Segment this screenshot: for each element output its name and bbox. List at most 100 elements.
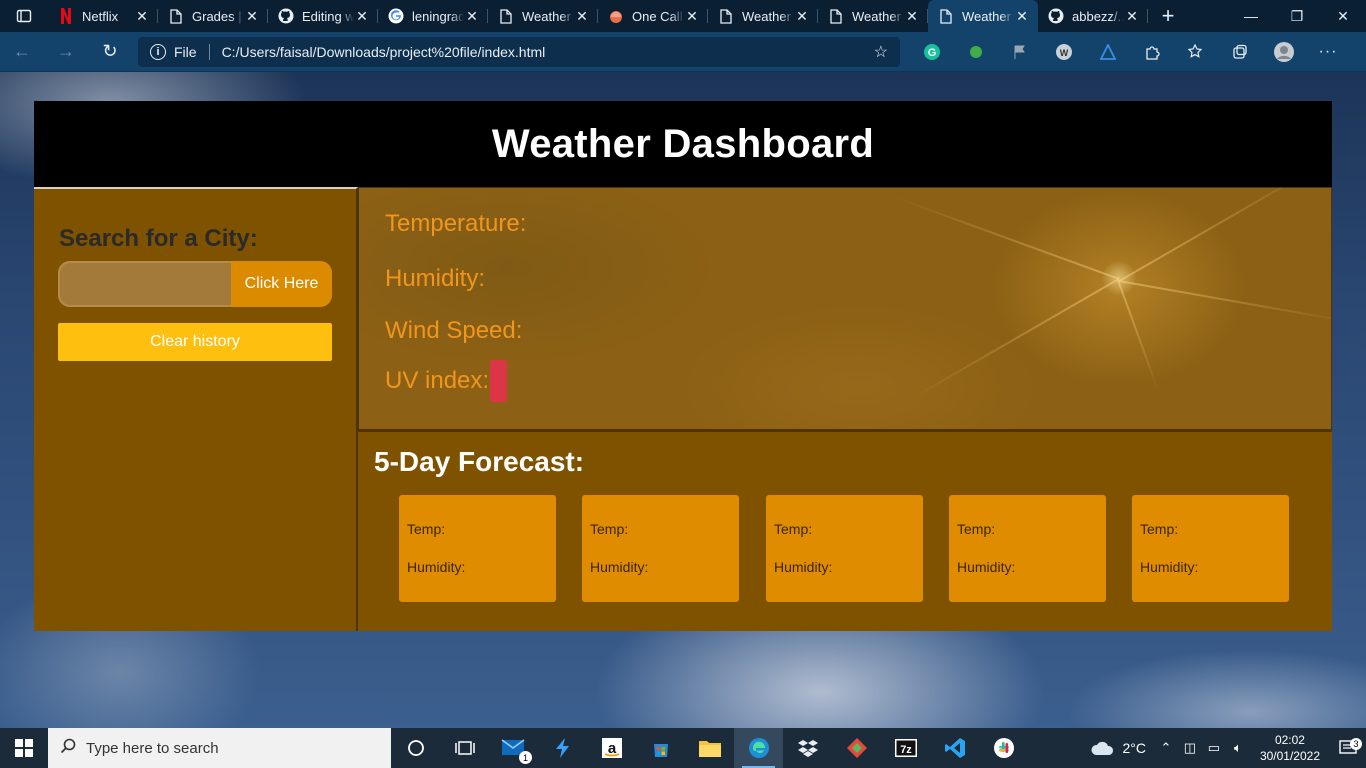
restore-icon: ❐ — [1290, 7, 1304, 24]
taskbar-slack[interactable] — [979, 728, 1028, 768]
settings-more-icon[interactable]: ··· — [1306, 32, 1350, 72]
tab-weather-3[interactable]: Weather ... ✕ — [818, 0, 928, 32]
extension-green-icon[interactable] — [954, 32, 998, 72]
tab-title: One Call ... — [632, 8, 684, 24]
document-icon — [718, 8, 734, 24]
taskbar-mail[interactable]: 1 — [489, 728, 538, 768]
wappalyzer-extension-icon[interactable]: W — [1042, 32, 1086, 72]
tab-grades[interactable]: Grades | ... ✕ — [158, 0, 268, 32]
close-tab-icon[interactable]: ✕ — [1014, 8, 1030, 24]
tab-netflix[interactable]: Netflix ✕ — [48, 0, 158, 32]
start-button[interactable] — [0, 728, 48, 768]
uv-index-label: UV index: — [385, 367, 490, 394]
forecast-temp-label: Temp: — [774, 521, 813, 537]
clear-history-button[interactable]: Clear history — [58, 323, 332, 361]
clock-time: 02:02 — [1274, 733, 1305, 747]
taskbar-search-box[interactable]: Type here to search — [48, 728, 391, 768]
tab-title: Netflix — [82, 8, 119, 24]
clock-date: 30/01/2022 — [1259, 749, 1320, 763]
forward-button[interactable]: → — [44, 32, 88, 72]
close-tab-icon[interactable]: ✕ — [904, 8, 920, 24]
sun-ray — [893, 196, 1120, 280]
page-header: Weather Dashboard — [34, 101, 1332, 187]
favorites-icon[interactable] — [1174, 32, 1218, 72]
tab-actions-button[interactable] — [0, 0, 48, 32]
tab-abbezz[interactable]: abbezz/... ✕ — [1038, 0, 1148, 32]
network-icon[interactable]: ▭ — [1202, 740, 1226, 756]
windows-logo-icon — [15, 739, 33, 757]
plus-icon: + — [1161, 3, 1175, 28]
add-favorite-icon[interactable]: ☆ — [874, 42, 888, 62]
forecast-card: Temp: Humidity: — [766, 495, 923, 602]
tab-actions-icon — [16, 9, 32, 23]
taskbar-file-explorer[interactable] — [685, 728, 734, 768]
task-view-button[interactable] — [440, 728, 489, 768]
profile-avatar-icon[interactable] — [1262, 32, 1306, 72]
close-tab-icon[interactable]: ✕ — [244, 8, 260, 24]
mail-badge: 1 — [519, 751, 532, 764]
github-icon — [278, 8, 294, 24]
back-button[interactable]: ← — [0, 32, 44, 72]
tab-one-call[interactable]: One Call ... ✕ — [598, 0, 708, 32]
tab-title: leningrad... — [412, 8, 464, 24]
close-tab-icon[interactable]: ✕ — [794, 8, 810, 24]
cortana-button[interactable] — [391, 728, 440, 768]
tab-editing[interactable]: Editing w... ✕ — [268, 0, 378, 32]
forecast-humidity-label: Humidity: — [1140, 559, 1199, 575]
store-icon — [653, 744, 668, 757]
taskbar-vscode[interactable] — [930, 728, 979, 768]
tab-title: Weather ... — [852, 8, 904, 24]
svg-text:W: W — [1060, 48, 1069, 58]
search-heading: Search for a City: — [59, 225, 258, 252]
tab-weather-2[interactable]: Weather ... ✕ — [708, 0, 818, 32]
taskbar-edge[interactable] — [734, 728, 783, 768]
meet-now-icon[interactable]: ◫ — [1178, 740, 1202, 756]
tab-title: Weather ... — [962, 8, 1014, 24]
volume-icon[interactable]: 🔈︎ — [1226, 740, 1250, 756]
forecast-temp-label: Temp: — [1140, 521, 1179, 537]
grammarly-extension-icon[interactable]: G — [910, 32, 954, 72]
close-window-button[interactable]: ✕ — [1320, 0, 1366, 32]
new-tab-button[interactable]: + — [1148, 0, 1188, 32]
tab-leningrad[interactable]: leningrad... ✕ — [378, 0, 488, 32]
minimize-button[interactable]: — — [1228, 0, 1274, 32]
taskbar-dropbox[interactable] — [783, 728, 832, 768]
taskbar-app-spark[interactable] — [538, 728, 587, 768]
search-button[interactable]: Click Here — [231, 261, 332, 307]
restore-button[interactable]: ❐ — [1274, 0, 1320, 32]
notification-center-button[interactable]: 3 — [1330, 738, 1366, 756]
taskbar-store[interactable] — [636, 728, 685, 768]
flag-extension-icon[interactable] — [998, 32, 1042, 72]
close-tab-icon[interactable]: ✕ — [354, 8, 370, 24]
azure-extension-icon[interactable] — [1086, 32, 1130, 72]
taskbar-clock[interactable]: 02:02 30/01/2022 — [1250, 732, 1330, 764]
uv-index-badge — [490, 360, 508, 402]
window-controls: — ❐ ✕ — [1228, 0, 1366, 32]
minimize-icon: — — [1244, 8, 1258, 24]
humidity-label: Humidity: — [385, 265, 486, 292]
close-tab-icon[interactable]: ✕ — [574, 8, 590, 24]
collections-icon[interactable] — [1218, 32, 1262, 72]
tab-weather-1[interactable]: Weather ... ✕ — [488, 0, 598, 32]
forecast-section: 5-Day Forecast: Temp: Humidity: Temp: Hu… — [358, 430, 1332, 631]
city-search-input[interactable] — [58, 261, 231, 307]
forecast-humidity-label: Humidity: — [774, 559, 833, 575]
google-icon — [388, 8, 404, 24]
openweather-icon — [608, 8, 624, 24]
extensions-puzzle-icon[interactable] — [1130, 32, 1174, 72]
refresh-button[interactable]: ↻ — [88, 32, 132, 72]
close-tab-icon[interactable]: ✕ — [134, 8, 150, 24]
tab-weather-active[interactable]: Weather ... ✕ — [928, 0, 1038, 32]
close-tab-icon[interactable]: ✕ — [684, 8, 700, 24]
document-icon — [498, 8, 514, 24]
taskbar-weather[interactable]: 2°C — [1082, 739, 1154, 757]
info-icon[interactable]: i — [150, 43, 166, 60]
show-hidden-icons-chevron-icon[interactable]: ⌃ — [1154, 740, 1178, 756]
taskbar-amazon[interactable]: a — [587, 728, 636, 768]
taskbar-7zip[interactable]: 7z — [881, 728, 930, 768]
taskbar-app-diamond[interactable] — [832, 728, 881, 768]
address-bar[interactable]: i File C:/Users/faisal/Downloads/project… — [138, 36, 900, 67]
back-arrow-icon: ← — [13, 41, 31, 61]
close-tab-icon[interactable]: ✕ — [1124, 8, 1140, 24]
close-tab-icon[interactable]: ✕ — [464, 8, 480, 24]
